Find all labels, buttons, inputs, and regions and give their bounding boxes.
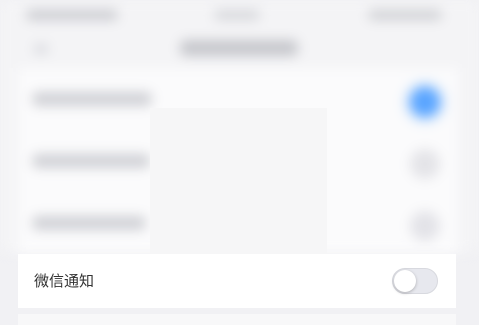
- toggle-knob: [394, 270, 416, 292]
- next-row-edge: [18, 314, 456, 325]
- status-bar-time: [214, 10, 260, 20]
- setting-row-label: [32, 154, 150, 168]
- page-title: [180, 40, 298, 56]
- back-icon: [34, 44, 48, 54]
- setting-row-label: [32, 216, 146, 230]
- toggle-switch: [410, 211, 440, 241]
- status-bar: [0, 0, 479, 34]
- status-bar-left: [26, 10, 118, 20]
- settings-screen: 微信通知: [0, 0, 479, 325]
- setting-row-label: [32, 92, 152, 106]
- wechat-notify-label: 微信通知: [34, 272, 95, 290]
- toggle-switch-on: [410, 87, 440, 117]
- toggle-switch: [410, 149, 440, 179]
- status-bar-right: [368, 10, 442, 20]
- wechat-notify-row[interactable]: 微信通知: [18, 254, 456, 308]
- wechat-notify-toggle[interactable]: [392, 268, 438, 294]
